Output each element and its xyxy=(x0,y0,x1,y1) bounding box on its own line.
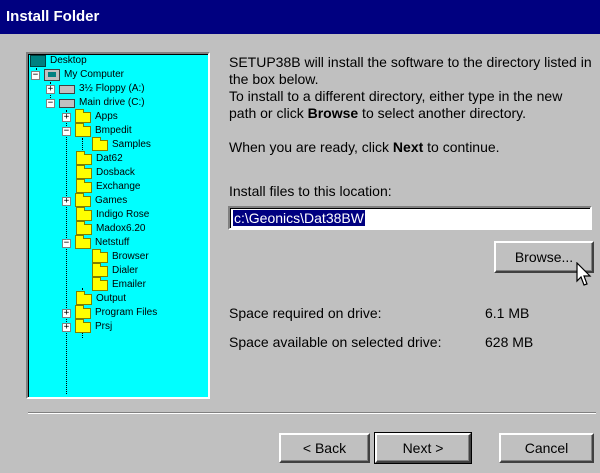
tree-item-games[interactable]: + Games xyxy=(62,192,128,208)
tree-item-label: Dat62 xyxy=(96,153,123,164)
folder-icon xyxy=(76,178,92,193)
folder-icon xyxy=(76,150,92,165)
message-browse-hint: path or click Browse to select another d… xyxy=(229,105,526,122)
message-line: SETUP38B will install the software to th… xyxy=(229,54,592,70)
tree-item-label: 3½ Floppy (A:) xyxy=(79,83,145,94)
folder-icon xyxy=(75,192,91,207)
tree-item-label: Apps xyxy=(95,111,118,122)
collapse-icon[interactable]: − xyxy=(46,98,55,108)
tree-item-label: Dialer xyxy=(112,265,139,276)
folder-icon xyxy=(75,122,91,137)
tree-item-desktop[interactable]: Desktop xyxy=(30,54,87,68)
tree-item-label: My Computer xyxy=(64,69,125,80)
expand-icon[interactable]: + xyxy=(62,308,71,318)
tree-item-label: Indigo Rose xyxy=(96,209,150,220)
folder-icon xyxy=(75,234,91,249)
tree-item-label: Program Files xyxy=(95,307,158,318)
tree-item-label: Browser xyxy=(112,251,149,262)
folder-icon xyxy=(75,304,91,319)
separator xyxy=(28,412,596,414)
tree-item-prsj[interactable]: + Prsj xyxy=(62,318,113,334)
tree-item-emailer[interactable]: Emailer xyxy=(92,276,146,292)
message-text: to select another directory. xyxy=(358,105,526,121)
tree-item-madox[interactable]: Madox6.20 xyxy=(76,220,146,236)
install-location-value: c:\Geonics\Dat38BW xyxy=(233,210,365,226)
tree-item-label: Desktop xyxy=(50,55,87,66)
next-button[interactable]: Next > xyxy=(374,432,472,464)
expand-icon[interactable]: + xyxy=(62,112,71,122)
message-bold: Next xyxy=(392,139,424,155)
cancel-button[interactable]: Cancel xyxy=(499,433,594,463)
directory-tree[interactable]: Desktop − My Computer + 3½ Floppy (A:) −… xyxy=(26,52,210,399)
tree-item-label: Output xyxy=(96,293,127,304)
message-text: to continue. xyxy=(423,139,500,155)
tree-item-my-computer[interactable]: − My Computer xyxy=(31,68,124,82)
expand-icon[interactable]: + xyxy=(62,196,71,206)
expand-icon[interactable]: + xyxy=(46,84,55,94)
message-ready: When you are ready, click Next to contin… xyxy=(229,139,500,156)
tree-item-label: Dosback xyxy=(96,167,135,178)
tree-item-label: Exchange xyxy=(96,181,141,192)
space-available-value: 628 MB xyxy=(485,334,534,350)
folder-icon xyxy=(76,164,92,179)
location-label: Install files to this location: xyxy=(229,183,392,199)
expand-icon[interactable]: + xyxy=(62,322,71,332)
space-available-label: Space available on selected drive: xyxy=(229,334,442,350)
folder-icon xyxy=(76,290,92,305)
tree-item-label: Madox6.20 xyxy=(96,223,146,234)
folder-icon xyxy=(92,248,108,263)
space-required-value: 6.1 MB xyxy=(485,305,530,321)
folder-icon xyxy=(75,318,91,333)
computer-icon xyxy=(44,69,60,81)
message-text: path or click xyxy=(229,105,308,121)
window-title: Install Folder xyxy=(0,0,600,34)
folder-icon xyxy=(92,262,108,277)
tree-item-samples[interactable]: Samples xyxy=(92,136,151,152)
tree-item-label: Emailer xyxy=(112,279,146,290)
tree-item-label: Games xyxy=(95,195,128,206)
message-bold: Browse xyxy=(307,105,359,121)
tree-item-indigo-rose[interactable]: Indigo Rose xyxy=(76,206,150,222)
tree-item-label: Prsj xyxy=(95,321,113,332)
tree-item-label: Main drive (C:) xyxy=(79,97,145,108)
collapse-icon[interactable]: − xyxy=(62,238,71,248)
install-location-input[interactable]: c:\Geonics\Dat38BW xyxy=(228,206,592,230)
folder-icon xyxy=(75,108,91,123)
tree-item-apps[interactable]: + Apps xyxy=(62,108,118,124)
back-button[interactable]: < Back xyxy=(279,433,370,463)
desktop-icon xyxy=(30,55,46,67)
mouse-cursor-icon xyxy=(576,262,592,286)
message-text: When you are ready, click xyxy=(229,139,393,155)
tree-item-floppy[interactable]: + 3½ Floppy (A:) xyxy=(46,82,145,96)
folder-icon xyxy=(92,136,108,151)
tree-item-main-drive[interactable]: − Main drive (C:) xyxy=(46,96,145,110)
floppy-drive-icon xyxy=(59,84,75,94)
collapse-icon[interactable]: − xyxy=(62,126,71,136)
message-line: the box below. xyxy=(229,71,319,87)
message-line: To install to a different directory, eit… xyxy=(229,88,563,104)
folder-icon xyxy=(92,276,108,291)
hard-drive-icon xyxy=(59,98,75,108)
folder-icon xyxy=(76,220,92,235)
tree-item-exchange[interactable]: Exchange xyxy=(76,178,141,194)
tree-item-label: Samples xyxy=(112,139,151,150)
space-required-label: Space required on drive: xyxy=(229,305,382,321)
folder-icon xyxy=(76,206,92,221)
collapse-icon[interactable]: − xyxy=(31,70,40,80)
